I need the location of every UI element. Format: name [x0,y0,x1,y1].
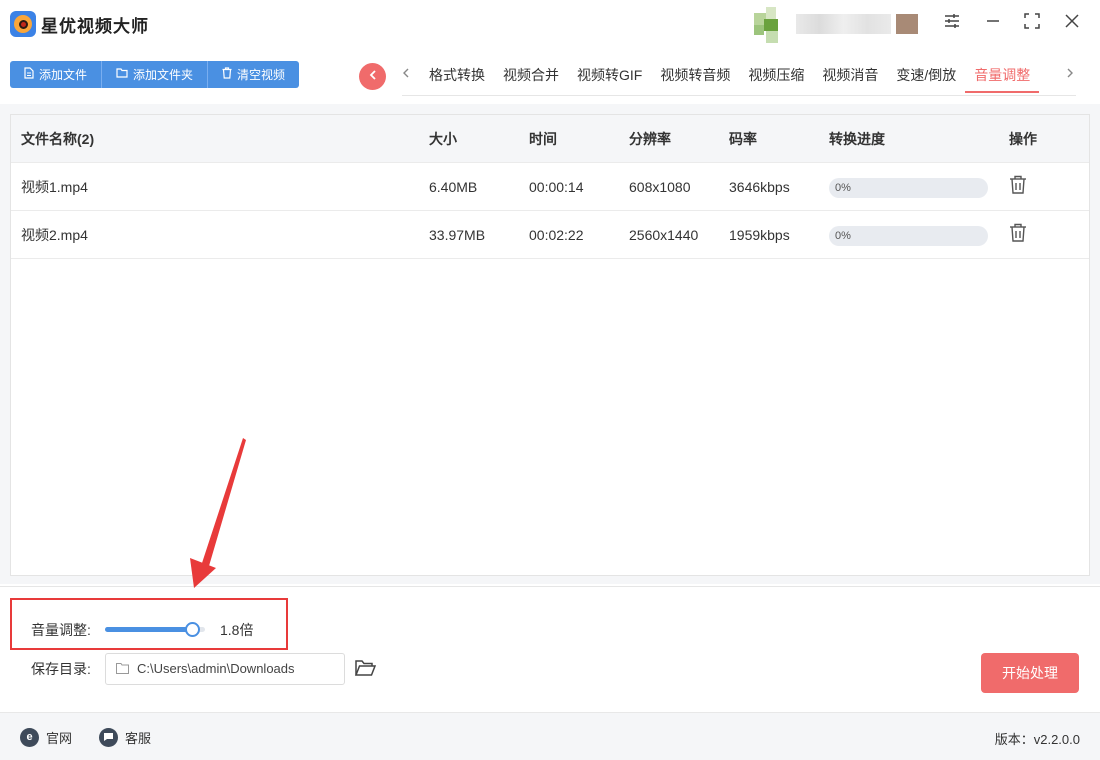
folder-icon [116,68,128,81]
cell-bitrate: 1959kbps [729,227,790,243]
app-title: 星优视频大师 [41,17,149,36]
progress-bar: 0% [829,178,988,198]
tab-video-to-gif[interactable]: 视频转GIF [568,61,651,93]
annotation-arrow [190,438,246,588]
footer-bar: e 官网 客服 版本：v2.2.0.0 [0,712,1100,760]
header-time: 时间 [529,131,557,147]
clear-videos-button[interactable]: 清空视频 [208,61,299,88]
tab-video-to-audio[interactable]: 视频转音频 [651,61,739,93]
cell-time: 00:02:22 [529,227,584,243]
trash-icon [1010,175,1026,194]
table-row[interactable]: 视频1.mp4 6.40MB 00:00:14 608x1080 3646kbp… [11,163,1089,211]
folder-icon [116,663,129,674]
header-name: 文件名称(2) [21,131,95,147]
header-resolution: 分辨率 [629,131,671,147]
volume-value: 1.8倍 [220,622,254,638]
progress-bar: 0% [829,226,988,246]
volume-slider-fill [105,627,192,632]
tab-speed-reverse[interactable]: 变速/倒放 [887,61,965,93]
header-bitrate: 码率 [729,131,757,147]
function-tabs: 格式转换 视频合并 视频转GIF 视频转音频 视频压缩 视频消音 变速/倒放 音… [420,61,1040,93]
add-folder-label: 添加文件夹 [133,68,194,82]
website-icon: e [20,728,39,747]
title-bar: 星优视频大师 [0,0,1100,48]
table-row[interactable]: 视频2.mp4 33.97MB 00:02:22 2560x1440 1959k… [11,211,1089,259]
cell-bitrate: 3646kbps [729,179,790,195]
trash-icon [222,67,232,82]
cell-resolution: 608x1080 [629,179,691,195]
support-label: 客服 [125,731,152,746]
cell-size: 6.40MB [429,179,478,195]
cell-time: 00:00:14 [529,179,584,195]
cell-name: 视频2.mp4 [21,227,88,243]
table-header: 文件名称(2) 大小 时间 分辨率 码率 转换进度 操作 [11,115,1089,163]
file-table: 文件名称(2) 大小 时间 分辨率 码率 转换进度 操作 视频1.mp4 6.4… [10,114,1090,576]
maximize-icon[interactable] [1020,12,1044,36]
header-size: 大小 [429,131,457,147]
tab-video-mute[interactable]: 视频消音 [813,61,887,93]
delete-row-button[interactable] [1009,223,1029,245]
tab-format-convert[interactable]: 格式转换 [420,61,494,93]
add-file-button[interactable]: 添加文件 [10,61,103,88]
close-icon[interactable] [1060,12,1084,36]
volume-slider-handle[interactable] [185,622,200,637]
save-path-value: C:\Users\admin\Downloads [137,661,295,676]
trash-icon [1010,223,1026,242]
user-avatar[interactable] [754,7,788,43]
support-link[interactable]: 客服 [99,728,151,747]
volume-slider[interactable] [105,622,205,637]
website-label: 官网 [46,731,73,746]
open-folder-icon [354,660,377,676]
cell-resolution: 2560x1440 [629,227,699,243]
settings-icon[interactable] [940,12,964,36]
tab-video-compress[interactable]: 视频压缩 [739,61,813,93]
tabs-divider [402,95,1076,96]
volume-label: 音量调整: [31,622,91,638]
start-processing-button[interactable]: 开始处理 [981,653,1079,693]
username-blurred [796,14,891,34]
add-folder-button[interactable]: 添加文件夹 [102,61,209,88]
delete-row-button[interactable] [1009,175,1029,197]
clear-videos-label: 清空视频 [237,68,286,82]
header-progress: 转换进度 [829,131,885,147]
file-toolbar: 添加文件 添加文件夹 清空视频 [10,61,300,88]
user-badge [896,14,918,34]
tabs-scroll-left-icon[interactable] [402,66,410,83]
tabs-scroll-right-icon[interactable] [1066,66,1074,83]
save-path-field[interactable]: C:\Users\admin\Downloads [105,653,345,685]
chevron-left-icon [369,70,376,80]
minimize-icon[interactable] [981,12,1005,36]
collapse-button[interactable] [359,63,386,90]
add-file-label: 添加文件 [39,68,88,82]
save-dir-label: 保存目录: [31,661,91,677]
cell-name: 视频1.mp4 [21,179,88,195]
tab-volume-adjust[interactable]: 音量调整 [965,61,1040,93]
app-logo-icon [10,11,36,37]
open-folder-button[interactable] [354,658,377,678]
version-text: 版本：v2.2.0.0 [994,732,1080,747]
cell-size: 33.97MB [429,227,486,243]
tab-video-merge[interactable]: 视频合并 [494,61,568,93]
chat-icon [99,728,118,747]
file-icon [24,67,34,82]
header-action: 操作 [1009,131,1037,147]
website-link[interactable]: e 官网 [20,728,72,747]
